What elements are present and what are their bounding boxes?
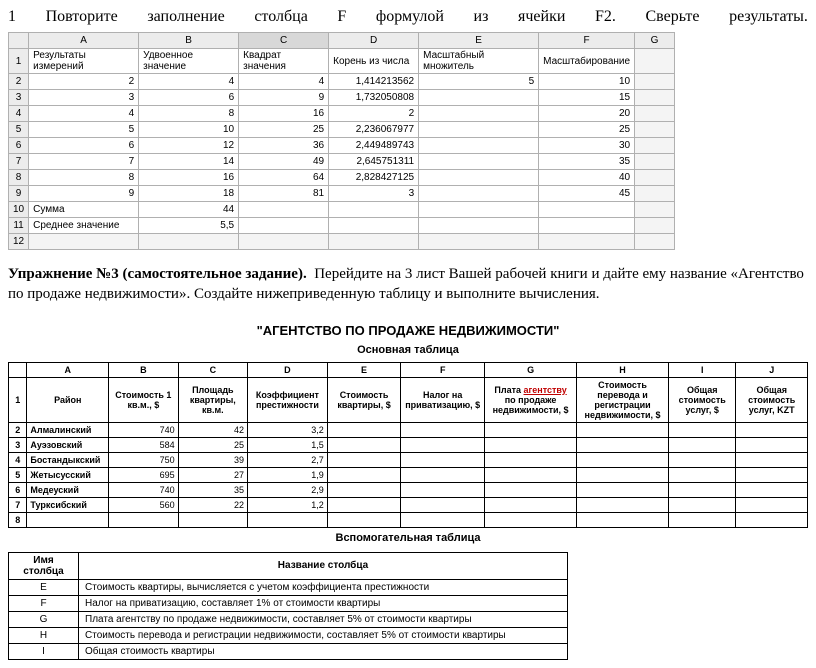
table-row: IОбщая стоимость квартиры [9, 643, 568, 659]
table-row: 8 [9, 512, 808, 527]
table-row: 7714492,64575131135 [9, 154, 675, 170]
header-labels-row: 1 Результаты измерений Удвоенное значени… [9, 49, 675, 74]
table-row: 2Алмалинский740423,2 [9, 422, 808, 437]
exercise-3-text: Упражнение №3 (самостоятельное задание).… [8, 264, 808, 305]
table-row: 5Жетысусский695271,9 [9, 467, 808, 482]
table-row: 44816220 [9, 106, 675, 122]
table-row: 5510252,23606797725 [9, 122, 675, 138]
col-F[interactable]: F [539, 33, 635, 49]
table-row: EСтоимость квартиры, вычисляется с учето… [9, 579, 568, 595]
table-row: 33691,73205080815 [9, 90, 675, 106]
table-row: GПлата агентству по продаже недвижимости… [9, 611, 568, 627]
agency-title: "АГЕНТСТВО ПО ПРОДАЖЕ НЕДВИЖИМОСТИ" [8, 323, 808, 338]
agency-main-table: A B C D E F G H I J 1 Район Стоимость 1 … [8, 362, 808, 528]
col-E[interactable]: E [419, 33, 539, 49]
table-row: 10Сумма44 [9, 202, 675, 218]
table-row: 12 [9, 234, 675, 250]
table-row: 6Медеуский740352,9 [9, 482, 808, 497]
table-row: 991881345 [9, 186, 675, 202]
col-G-header: Плата агентству по продаже недвижимости,… [485, 377, 577, 422]
table-row: 3Ауэзовский584251,5 [9, 437, 808, 452]
table-row: FНалог на приватизацию, составляет 1% от… [9, 595, 568, 611]
col-A[interactable]: A [29, 33, 139, 49]
corner-cell [9, 33, 29, 49]
table-row: 6612362,44948974330 [9, 138, 675, 154]
table-row: 4Бостандыкский750392,7 [9, 452, 808, 467]
col-C[interactable]: C [239, 33, 329, 49]
aux-table-subtitle: Вспомогательная таблица [8, 532, 808, 544]
col-B[interactable]: B [139, 33, 239, 49]
table-row: 7Турксибский560221,2 [9, 497, 808, 512]
table-row: HСтоимость перевода и регистрации недвиж… [9, 627, 568, 643]
aux-table: Имя столбцаНазвание столбца EСтоимость к… [8, 552, 568, 660]
col-G[interactable]: G [635, 33, 675, 49]
table-row: 11Среднее значение5,5 [9, 218, 675, 234]
table-row: 22441,414213562510 [9, 74, 675, 90]
instruction-line: 1ПовторитезаполнениестолбцаFформулойизяч… [8, 8, 808, 26]
main-table-subtitle: Основная таблица [8, 344, 808, 356]
table-row: 8816642,82842712540 [9, 170, 675, 186]
spreadsheet-table: A B C D E F G 1 Результаты измерений Удв… [8, 32, 675, 250]
col-D[interactable]: D [329, 33, 419, 49]
